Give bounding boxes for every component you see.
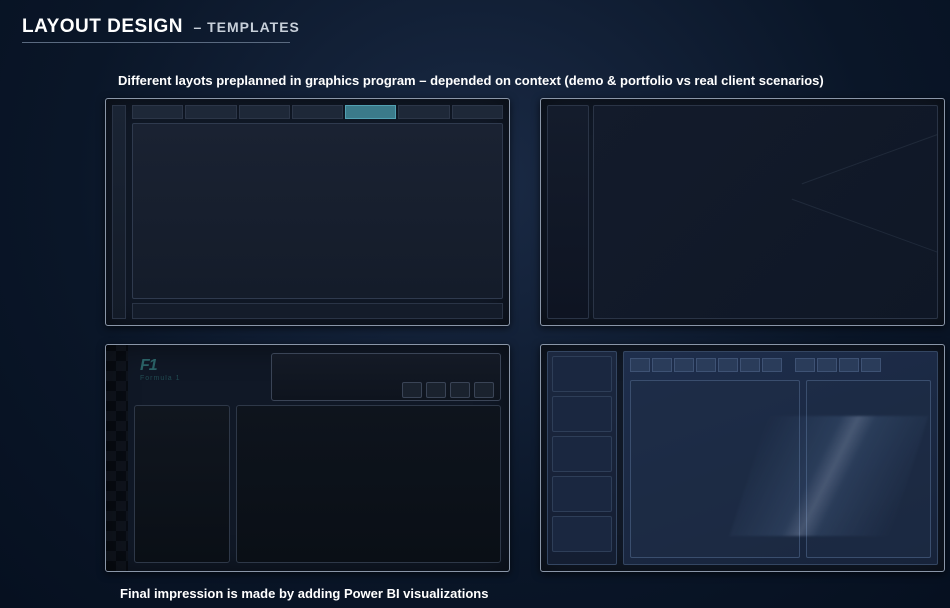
t1-tab-active	[345, 105, 396, 119]
t1-main-panel	[132, 123, 503, 299]
t4-tab	[696, 358, 716, 372]
t1-tab	[452, 105, 503, 119]
t3-tile	[426, 382, 446, 398]
t4-tab	[674, 358, 694, 372]
t4-tab	[740, 358, 760, 372]
t4-tab	[839, 358, 859, 372]
t3-logo-sub: Formula 1	[140, 375, 210, 382]
t4-tab	[652, 358, 672, 372]
t3-tile	[402, 382, 422, 398]
t3-main-panel	[236, 405, 501, 563]
slide-header: LAYOUT DESIGN – TEMPLATES	[0, 0, 950, 51]
slide-title: LAYOUT DESIGN	[22, 16, 183, 37]
t4-tab-group	[795, 358, 881, 374]
t4-tabs	[630, 358, 931, 374]
t4-tab	[718, 358, 738, 372]
slide-subheading: Different layots preplanned in graphics …	[118, 73, 950, 88]
t4-nav-icon	[552, 476, 612, 512]
t4-tab-group	[630, 358, 782, 374]
t1-tab	[132, 105, 183, 119]
t1-tab	[185, 105, 236, 119]
t1-tab	[398, 105, 449, 119]
t2-main-panel	[593, 105, 938, 319]
t4-tab	[630, 358, 650, 372]
t2-left-panel	[547, 105, 589, 319]
t4-right-area	[623, 351, 938, 565]
t4-nav-icon	[552, 396, 612, 432]
template-grid: F1 Formula 1	[105, 98, 950, 572]
t1-sidebar	[112, 105, 126, 319]
t3-tile	[474, 382, 494, 398]
t3-logo-main: F1	[140, 357, 157, 374]
t4-tab	[762, 358, 782, 372]
slide-subtitle: – TEMPLATES	[193, 19, 299, 35]
t3-top-right-panel	[271, 353, 501, 401]
t1-tab	[292, 105, 343, 119]
t3-checker-strip	[106, 345, 128, 571]
t1-footer-panel	[132, 303, 503, 319]
template-thumbnail-2	[540, 98, 945, 326]
t4-nav-icon	[552, 436, 612, 472]
t3-body: F1 Formula 1	[134, 353, 501, 563]
template-thumbnail-1	[105, 98, 510, 326]
t3-left-panel	[134, 405, 230, 563]
t4-nav-icon	[552, 356, 612, 392]
t4-tab	[817, 358, 837, 372]
t3-tiles	[402, 382, 494, 398]
t4-tab	[795, 358, 815, 372]
t3-logo: F1 Formula 1	[140, 357, 210, 379]
t1-tabs	[132, 105, 503, 119]
header-rule	[22, 42, 290, 43]
t4-tab	[861, 358, 881, 372]
t1-tab	[239, 105, 290, 119]
template-thumbnail-3: F1 Formula 1	[105, 344, 510, 572]
template-thumbnail-4	[540, 344, 945, 572]
t4-left-nav	[547, 351, 617, 565]
slide-footer-text: Final impression is made by adding Power…	[120, 586, 950, 601]
t3-tile	[450, 382, 470, 398]
t4-nav-icon	[552, 516, 612, 552]
